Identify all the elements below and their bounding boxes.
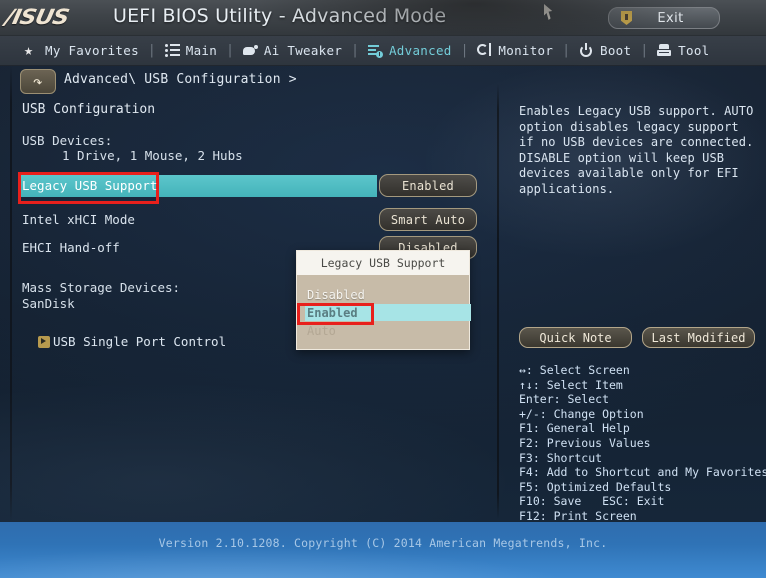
back-button[interactable]: ↶: [20, 69, 56, 94]
usb-devices-label: USB Devices:: [22, 133, 113, 148]
shortcut-line: ↑↓: Select Item: [519, 377, 623, 392]
breadcrumb-row: ↶ Advanced\ USB Configuration >: [0, 66, 766, 96]
mouse-cursor: [544, 4, 553, 20]
setting-label: Intel xHCI Mode: [22, 212, 135, 227]
menu-label: Main: [185, 43, 218, 58]
menu-label: Monitor: [498, 43, 554, 58]
setting-value-button[interactable]: Smart Auto: [379, 208, 477, 231]
help-description: Enables Legacy USB support. AUTO option …: [519, 104, 754, 196]
menu-label: Advanced: [388, 43, 452, 58]
page-title: UEFI BIOS Utility - Advanced Mode: [113, 5, 447, 27]
toolbox-icon: [657, 43, 672, 58]
menu-item-boot[interactable]: Boot: [579, 36, 631, 65]
shortcut-line: F5: Optimized Defaults: [519, 479, 672, 494]
menu-item-my-favorites[interactable]: ★ My Favorites: [24, 36, 139, 65]
option-label: Auto: [307, 324, 336, 338]
menu-item-advanced[interactable]: Advanced: [367, 36, 452, 65]
submenu-arrow-icon: [38, 335, 50, 348]
menu-separator: |: [147, 43, 156, 58]
menu-separator: |: [460, 43, 469, 58]
title-bar: /ISUS UEFI BIOS Utility - Advanced Mode …: [0, 0, 766, 36]
keyboard-shortcuts: ↔: Select Screen ↑↓: Select Item Enter: …: [519, 363, 766, 524]
bios-screen: /ISUS UEFI BIOS Utility - Advanced Mode …: [0, 0, 766, 578]
option-label: Disabled: [307, 288, 365, 302]
shortcut-line: F3: Shortcut: [519, 450, 603, 465]
setting-value-button[interactable]: Enabled: [379, 174, 477, 197]
shortcut-line: F1: General Help: [519, 421, 630, 436]
menu-bar: ★ My Favorites | Main | Ai Tweaker | Adv…: [0, 36, 766, 66]
mass-storage-value: SanDisk: [22, 296, 75, 311]
menu-label: Ai Tweaker: [263, 43, 343, 58]
menu-label: My Favorites: [45, 43, 139, 58]
tweaker-icon: [242, 43, 258, 58]
dropdown-options: Disabled Enabled Auto: [297, 275, 471, 350]
shortcut-line: F10: Save ESC: Exit: [519, 494, 665, 509]
asus-logo: /ISUS: [3, 5, 71, 29]
dropdown-option-disabled[interactable]: Disabled: [297, 286, 469, 304]
usb-single-port-control-label: USB Single Port Control: [53, 334, 227, 349]
menu-separator: |: [226, 43, 234, 58]
back-arrow-icon: ↶: [33, 71, 43, 91]
help-buttons: Quick Note Last Modified: [519, 327, 755, 348]
gauge-icon: [477, 43, 492, 58]
menu-separator: |: [640, 43, 649, 58]
setting-row-legacy-usb-support[interactable]: Legacy USB Support Enabled: [21, 174, 477, 198]
shortcut-line: ↔: Select Screen: [519, 363, 630, 377]
menu-label: Tool: [678, 43, 710, 58]
option-label: Enabled: [307, 306, 358, 320]
dropdown-option-auto[interactable]: Auto: [297, 322, 469, 340]
setting-label: Legacy USB Support: [22, 178, 158, 193]
dropdown-title: Legacy USB Support: [297, 251, 469, 275]
mass-storage-label: Mass Storage Devices:: [22, 280, 181, 295]
list-icon: [164, 43, 180, 58]
shortcut-line: F4: Add to Shortcut and My Favorites: [519, 465, 766, 480]
menu-item-main[interactable]: Main: [164, 36, 218, 65]
version-text: Version 2.10.1208. Copyright (C) 2014 Am…: [158, 536, 608, 550]
legacy-usb-support-dropdown[interactable]: Legacy USB Support Disabled Enabled Auto: [296, 250, 471, 350]
breadcrumb: Advanced\ USB Configuration >: [64, 72, 297, 87]
shield-exit-icon: [621, 11, 632, 25]
footer-bar: Version 2.10.1208. Copyright (C) 2014 Am…: [0, 522, 766, 578]
shortcut-line: Enter: Select: [519, 392, 610, 407]
shortcut-line: +/-: Change Option: [519, 406, 644, 421]
usb-single-port-control-item[interactable]: USB Single Port Control: [38, 334, 226, 349]
dropdown-option-enabled[interactable]: Enabled: [297, 304, 471, 322]
menu-separator: |: [351, 43, 359, 58]
sliders-icon: [367, 43, 383, 58]
exit-button-label: Exit: [657, 10, 684, 26]
quick-note-button[interactable]: Quick Note: [519, 327, 632, 348]
last-modified-button[interactable]: Last Modified: [642, 327, 755, 348]
menu-item-tool[interactable]: Tool: [657, 36, 709, 65]
shortcut-line: F2: Previous Values: [519, 435, 651, 450]
menu-item-monitor[interactable]: Monitor: [477, 36, 553, 65]
setting-label: EHCI Hand-off: [22, 240, 120, 255]
menu-item-ai-tweaker[interactable]: Ai Tweaker: [242, 36, 343, 65]
menu-label: Boot: [600, 43, 632, 58]
setting-row-intel-xhci-mode[interactable]: Intel xHCI Mode Smart Auto: [22, 208, 477, 232]
star-icon: ★: [24, 41, 34, 59]
menu-separator: |: [562, 43, 571, 58]
power-icon: [579, 43, 594, 58]
section-title: USB Configuration: [22, 102, 156, 117]
panel-divider-left: [10, 66, 12, 521]
panel-divider-middle: [497, 84, 499, 519]
usb-devices-value: 1 Drive, 1 Mouse, 2 Hubs: [62, 148, 243, 163]
exit-button[interactable]: Exit: [608, 7, 720, 29]
